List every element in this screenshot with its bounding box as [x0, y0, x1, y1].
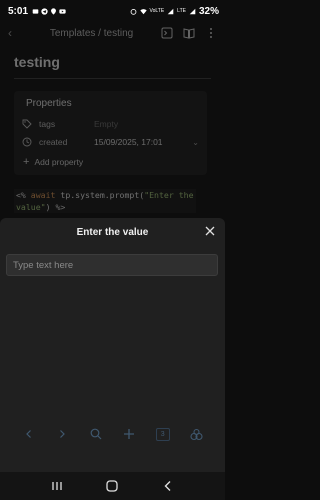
code-string-b: value" [16, 202, 46, 212]
code-keyword: await [30, 190, 56, 200]
code-paren: ) [45, 202, 51, 212]
property-row-created[interactable]: created 15/09/2025, 17:01 ⌄ [14, 133, 207, 151]
lte-label: LTE [177, 7, 186, 14]
properties-header[interactable]: Properties [14, 91, 207, 115]
back-icon[interactable]: ‹ [8, 26, 22, 40]
add-property-label: Add property [34, 157, 84, 167]
forward-arrow-icon[interactable] [55, 427, 69, 441]
chevron-down-icon[interactable]: ⌄ [192, 138, 199, 147]
wifi-icon [139, 8, 147, 14]
android-nav-bar [0, 472, 225, 500]
close-icon[interactable] [205, 226, 215, 236]
breadcrumb[interactable]: Templates / testing [22, 28, 161, 39]
alarm-icon [130, 8, 136, 15]
battery-percent: 32% [198, 5, 219, 17]
property-value[interactable]: 15/09/2025, 17:01 [94, 137, 192, 147]
menu-icon[interactable] [189, 427, 203, 441]
property-value[interactable]: Empty [94, 119, 199, 129]
title-divider [14, 78, 211, 79]
telegram-icon [41, 7, 48, 15]
youtube-icon [59, 8, 66, 14]
prompt-modal: Enter the value [0, 218, 225, 500]
plus-icon: + [23, 156, 30, 168]
modal-title: Enter the value [76, 226, 149, 238]
code-tag-close: %> [55, 202, 66, 212]
more-icon[interactable] [205, 27, 217, 39]
signal-icon [189, 8, 196, 14]
location-icon [51, 7, 56, 15]
tag-icon [22, 119, 32, 129]
code-call: tp.system.prompt( [60, 190, 145, 200]
note-title[interactable]: testing [0, 44, 225, 74]
add-property-button[interactable]: + Add property [14, 151, 207, 169]
tabs-icon[interactable]: 3 [155, 427, 170, 441]
back-arrow-icon[interactable] [22, 427, 36, 441]
recents-icon[interactable] [51, 480, 63, 492]
titlebar-actions [161, 27, 217, 39]
property-name: tags [39, 119, 56, 129]
status-right: VoLTE LTE 32% [130, 6, 219, 17]
property-name: created [39, 137, 68, 147]
reading-view-icon[interactable] [161, 27, 173, 39]
property-row-tags[interactable]: tags Empty [14, 115, 207, 133]
status-bar: 5:01 VoLTE LTE 32% [0, 0, 225, 22]
status-time: 5:01 [8, 5, 29, 17]
clock-icon [22, 137, 32, 147]
modal-header: Enter the value [0, 218, 225, 246]
mobile-toolbar: 3 [0, 420, 225, 448]
search-icon[interactable] [89, 427, 103, 441]
note-titlebar: ‹ Templates / testing [0, 22, 225, 44]
signal-icon [167, 8, 174, 14]
properties-panel: Properties tags Empty created 15/09/2025… [14, 91, 207, 175]
prompt-input[interactable] [6, 254, 218, 276]
back-icon[interactable] [162, 480, 174, 492]
plus-icon[interactable] [122, 427, 136, 441]
book-icon[interactable] [183, 27, 195, 39]
volte-label: VoLTE [149, 7, 165, 14]
code-string-a: "Enter the [144, 190, 194, 200]
dashcam-icon [32, 8, 39, 14]
home-icon[interactable] [105, 479, 119, 493]
status-left-icons [32, 7, 66, 15]
templater-code[interactable]: <% await tp.system.prompt("Enter the valu… [14, 189, 196, 213]
code-tag-open: <% [16, 190, 26, 200]
